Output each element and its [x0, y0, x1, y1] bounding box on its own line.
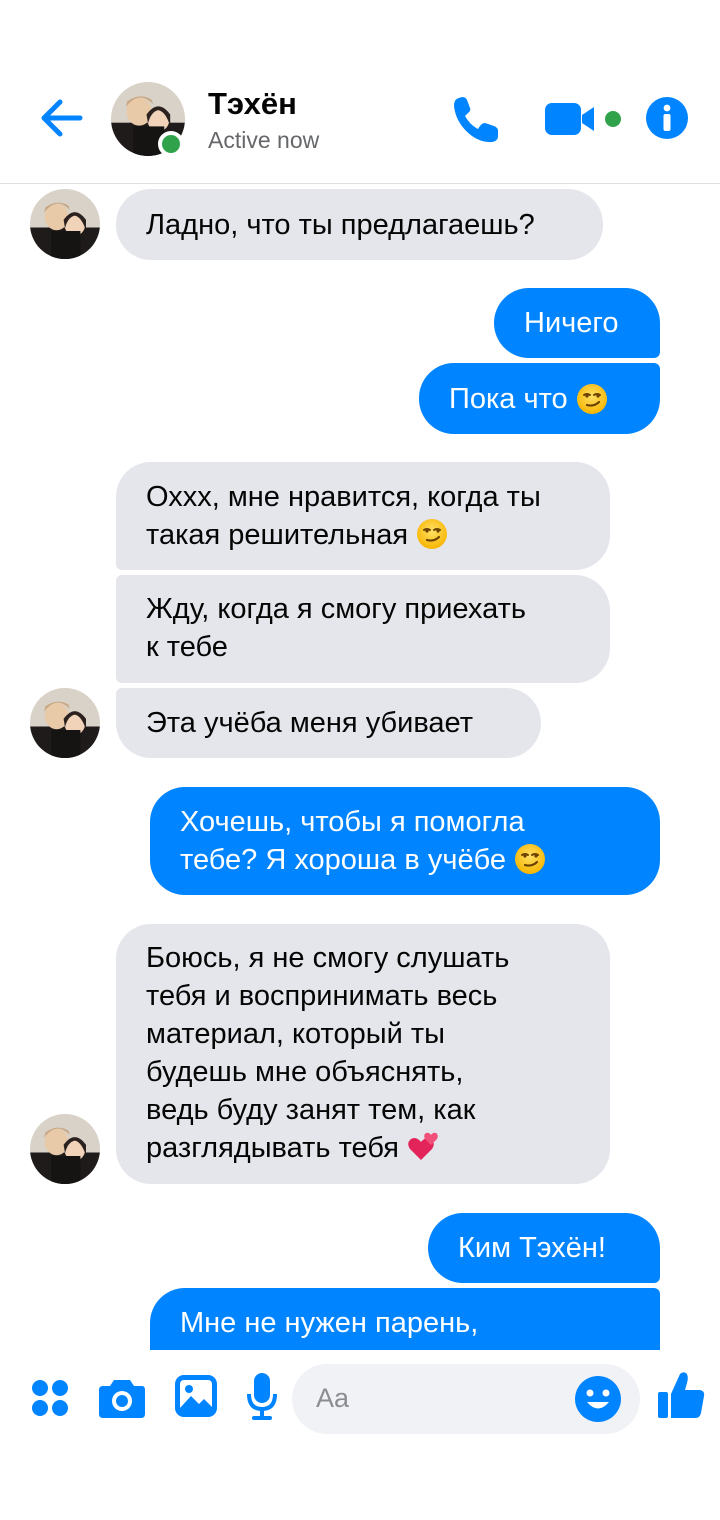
voice-call-button[interactable]: [448, 94, 502, 146]
incoming-message[interactable]: Ладно, что ты предлагаешь?: [116, 189, 603, 260]
message-line: Боюсь, я не смогу слушать: [146, 942, 510, 974]
message-line: разглядывать тебя: [146, 1132, 400, 1164]
online-status-dot: [158, 131, 184, 157]
sender-avatar: [30, 688, 100, 758]
camera-icon: [99, 1380, 145, 1418]
back-button[interactable]: [36, 94, 88, 142]
message-line: ведь буду занят тем, как: [146, 1094, 476, 1126]
smirk-emoji-icon: [576, 383, 608, 415]
contact-status: Active now: [208, 127, 320, 153]
video-camera-icon: [545, 103, 621, 135]
voice-message-button[interactable]: [246, 1372, 278, 1420]
message-line: такая решительная: [146, 519, 409, 551]
microphone-icon: [247, 1373, 277, 1420]
message-line: к тебе: [146, 631, 228, 663]
emoji-button[interactable]: [574, 1375, 622, 1423]
thumbs-up-icon: [658, 1372, 705, 1418]
message-text: Ничего: [524, 307, 619, 339]
contact-name[interactable]: Тэхён: [208, 86, 297, 122]
smirk-emoji-icon: [514, 843, 546, 875]
conversation-header: Тэхён Active now: [0, 0, 720, 184]
outgoing-message[interactable]: Ким Тэхён!: [428, 1213, 660, 1283]
camera-button[interactable]: [98, 1376, 146, 1422]
message-text: Ладно, что ты предлагаешь?: [146, 208, 535, 241]
message-line: Жду, когда я смогу приехать: [146, 593, 526, 625]
incoming-message[interactable]: Эта учёба меня убивает: [116, 688, 541, 758]
message-line: Мне не нужен парень,: [180, 1307, 479, 1339]
incoming-message[interactable]: Жду, когда я смогу приехать к тебе: [116, 575, 610, 683]
message-line: Оххх, мне нравится, когда ты: [146, 481, 541, 513]
incoming-message[interactable]: Боюсь, я не смогу слушать тебя и восприн…: [116, 924, 610, 1184]
message-line: Хочешь, чтобы я помогла: [180, 806, 525, 838]
conversation-info-button[interactable]: [645, 96, 689, 140]
two-hearts-emoji-icon: [407, 1130, 439, 1162]
message-line: материал, который ты: [146, 1018, 445, 1050]
outgoing-message[interactable]: Ничего: [494, 288, 660, 358]
message-line: тебе? Я хороша в учёбе: [180, 844, 506, 876]
message-line: будешь мне объяснять,: [146, 1056, 464, 1088]
message-composer: Aa: [0, 1350, 720, 1450]
message-input[interactable]: Aa: [292, 1364, 640, 1434]
video-call-button[interactable]: [544, 100, 626, 138]
gallery-icon: [175, 1375, 217, 1417]
message-text: Ким Тэхён!: [458, 1232, 606, 1264]
sender-avatar: [30, 1114, 100, 1184]
apps-icon: [32, 1380, 68, 1416]
message-line: тебя и воспринимать весь: [146, 980, 498, 1012]
phone-icon: [454, 97, 498, 143]
message-list[interactable]: Ладно, что ты предлагаешь? Ничего Пока ч…: [0, 184, 720, 1350]
outgoing-message[interactable]: Пока что: [419, 363, 660, 434]
outgoing-message[interactable]: Мне не нужен парень,: [150, 1288, 660, 1350]
like-button[interactable]: [656, 1370, 706, 1418]
smiley-icon: [575, 1376, 621, 1422]
incoming-message[interactable]: Оххх, мне нравится, когда ты такая решит…: [116, 462, 610, 570]
back-arrow-icon: [41, 99, 83, 137]
apps-button[interactable]: [30, 1378, 70, 1424]
outgoing-message[interactable]: Хочешь, чтобы я помогла тебе? Я хороша в…: [150, 787, 660, 895]
message-text: Эта учёба меня убивает: [146, 707, 473, 739]
sender-avatar: [30, 189, 100, 259]
smirk-emoji-icon: [416, 518, 448, 550]
info-icon: [646, 97, 688, 139]
message-text: Пока что: [449, 382, 568, 415]
message-input-placeholder: Aa: [316, 1383, 350, 1413]
gallery-button[interactable]: [174, 1374, 218, 1420]
